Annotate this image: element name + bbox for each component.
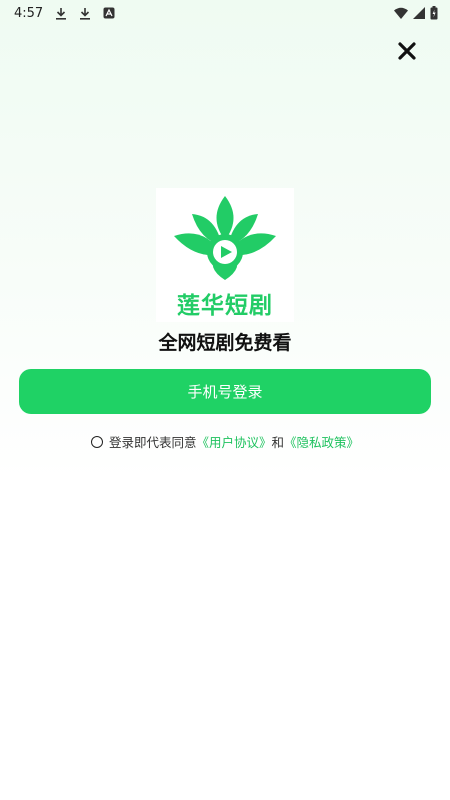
user-agreement-link[interactable]: 《用户协议》 [196,432,271,451]
close-button[interactable] [392,38,422,68]
privacy-policy-link[interactable]: 《隐私政策》 [284,432,359,451]
battery-icon [430,6,438,20]
app-logo: 莲华短剧 [156,188,294,322]
logo-text: 莲华短剧 [177,293,273,319]
wifi-icon [394,7,408,19]
signal-icon [413,7,425,19]
agreement-conjunction: 和 [271,435,285,450]
agreement-prefix: 登录即代表同意 [108,435,197,450]
download-icon [79,7,91,20]
status-right [394,6,438,20]
phone-login-label: 手机号登录 [187,383,263,401]
status-left: 4:57 [14,6,115,21]
tagline: 全网短剧免费看 [158,332,292,354]
status-time: 4:57 [14,5,44,21]
phone-login-button[interactable]: 手机号登录 [19,369,431,414]
agreement-radio[interactable] [90,435,103,448]
download-icon [55,7,67,20]
lotus-logo-icon [170,196,280,286]
agreement-row: 登录即代表同意 《用户协议》 和 《隐私政策》 [0,432,450,451]
store-icon [103,7,115,19]
status-bar: 4:57 [0,0,450,26]
close-icon [398,42,416,64]
